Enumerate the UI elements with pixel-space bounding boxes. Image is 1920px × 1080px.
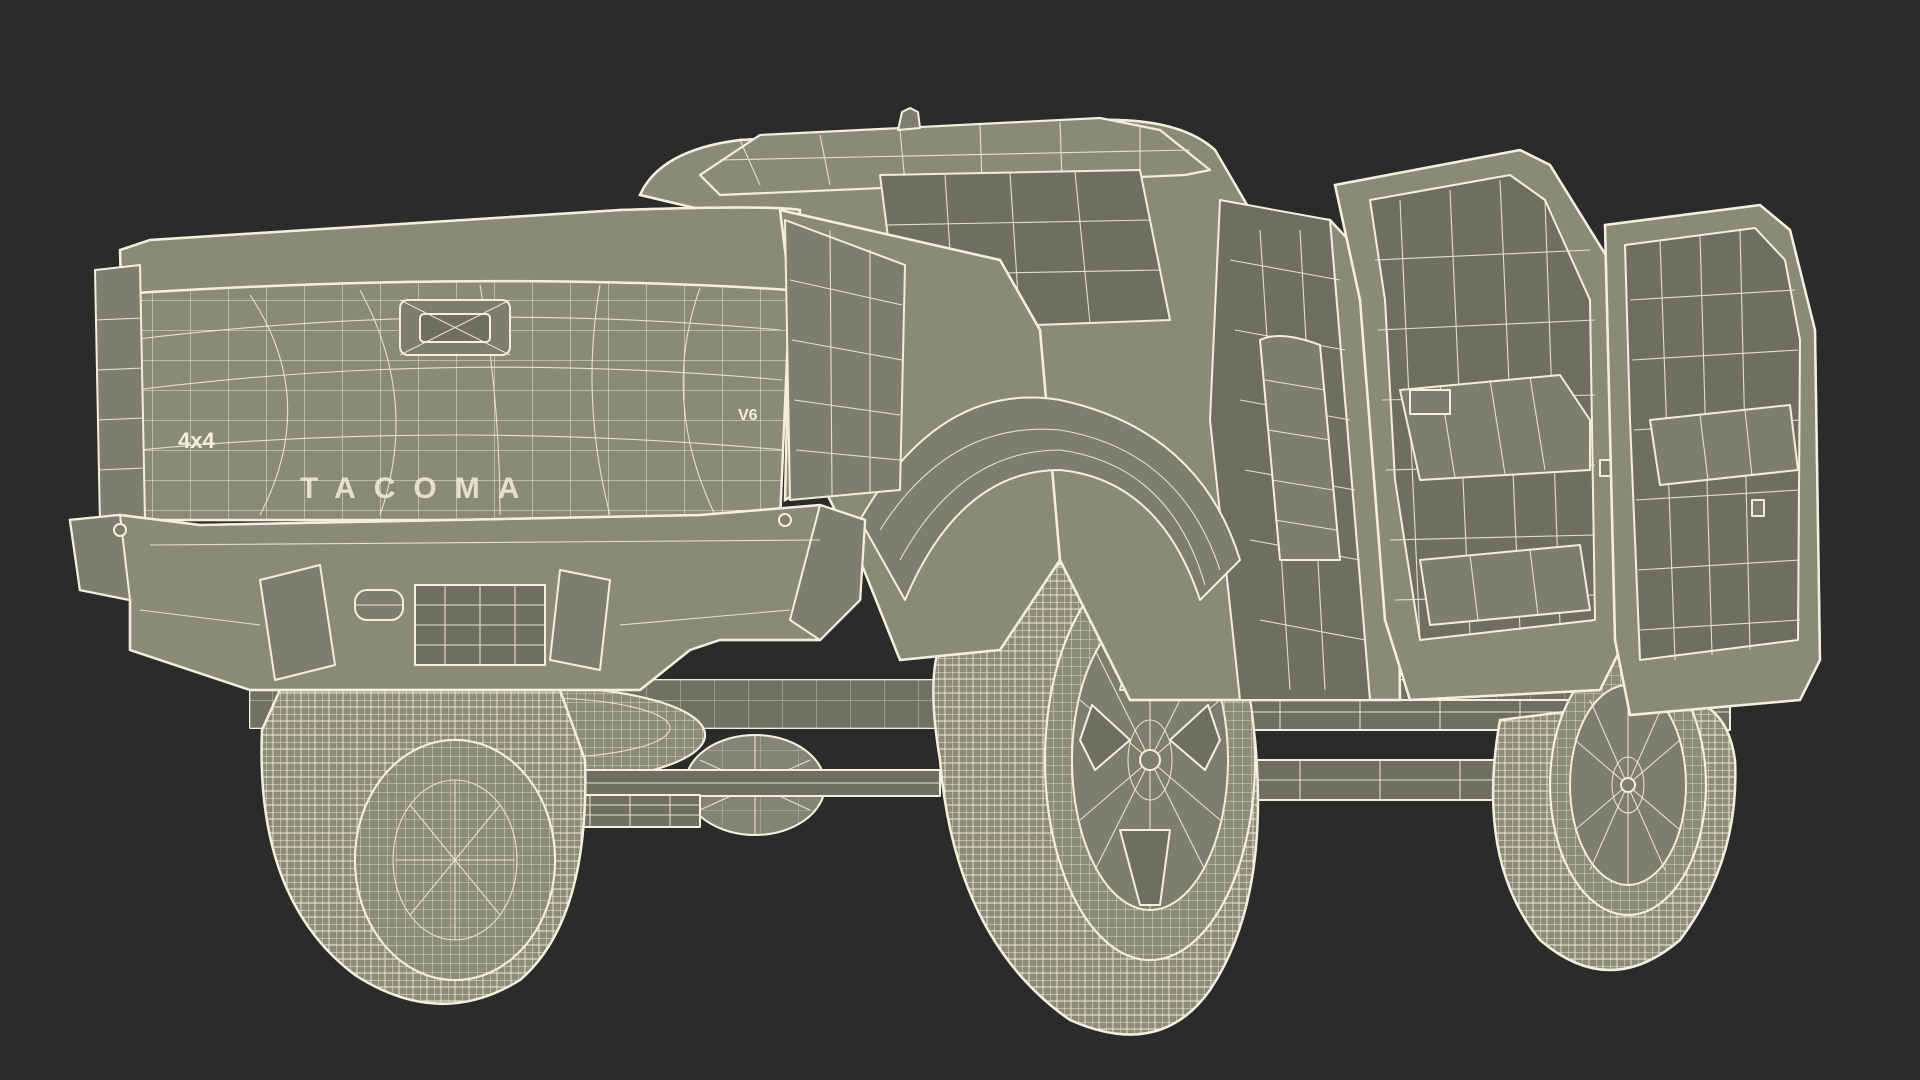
render-viewport: 4x4 V6 TACOMA: [0, 0, 1920, 1080]
truck-bed: 4x4 V6 TACOMA: [103, 206, 802, 522]
truck-wireframe-render: 4x4 V6 TACOMA: [68, 107, 1822, 1036]
front-door-armrest: [1649, 404, 1799, 486]
door-handle: [1409, 389, 1451, 415]
rear-left-wheel: [260, 688, 587, 1005]
bed-bolt: [113, 523, 127, 537]
badge-v6: V6: [738, 407, 758, 424]
door-pocket: [1419, 544, 1591, 626]
badge-4x4: 4x4: [178, 428, 215, 453]
rear-bumper: [68, 503, 867, 692]
antenna: [897, 107, 921, 131]
bed-bolt: [778, 513, 792, 527]
bumper-step-right: [549, 569, 611, 671]
front-door-open: [1603, 203, 1822, 717]
badge-tailgate-brand: TACOMA: [300, 472, 537, 505]
front-door-hinge: [1751, 499, 1765, 517]
taillight-right: [784, 219, 906, 501]
taillight-left: [94, 264, 146, 526]
